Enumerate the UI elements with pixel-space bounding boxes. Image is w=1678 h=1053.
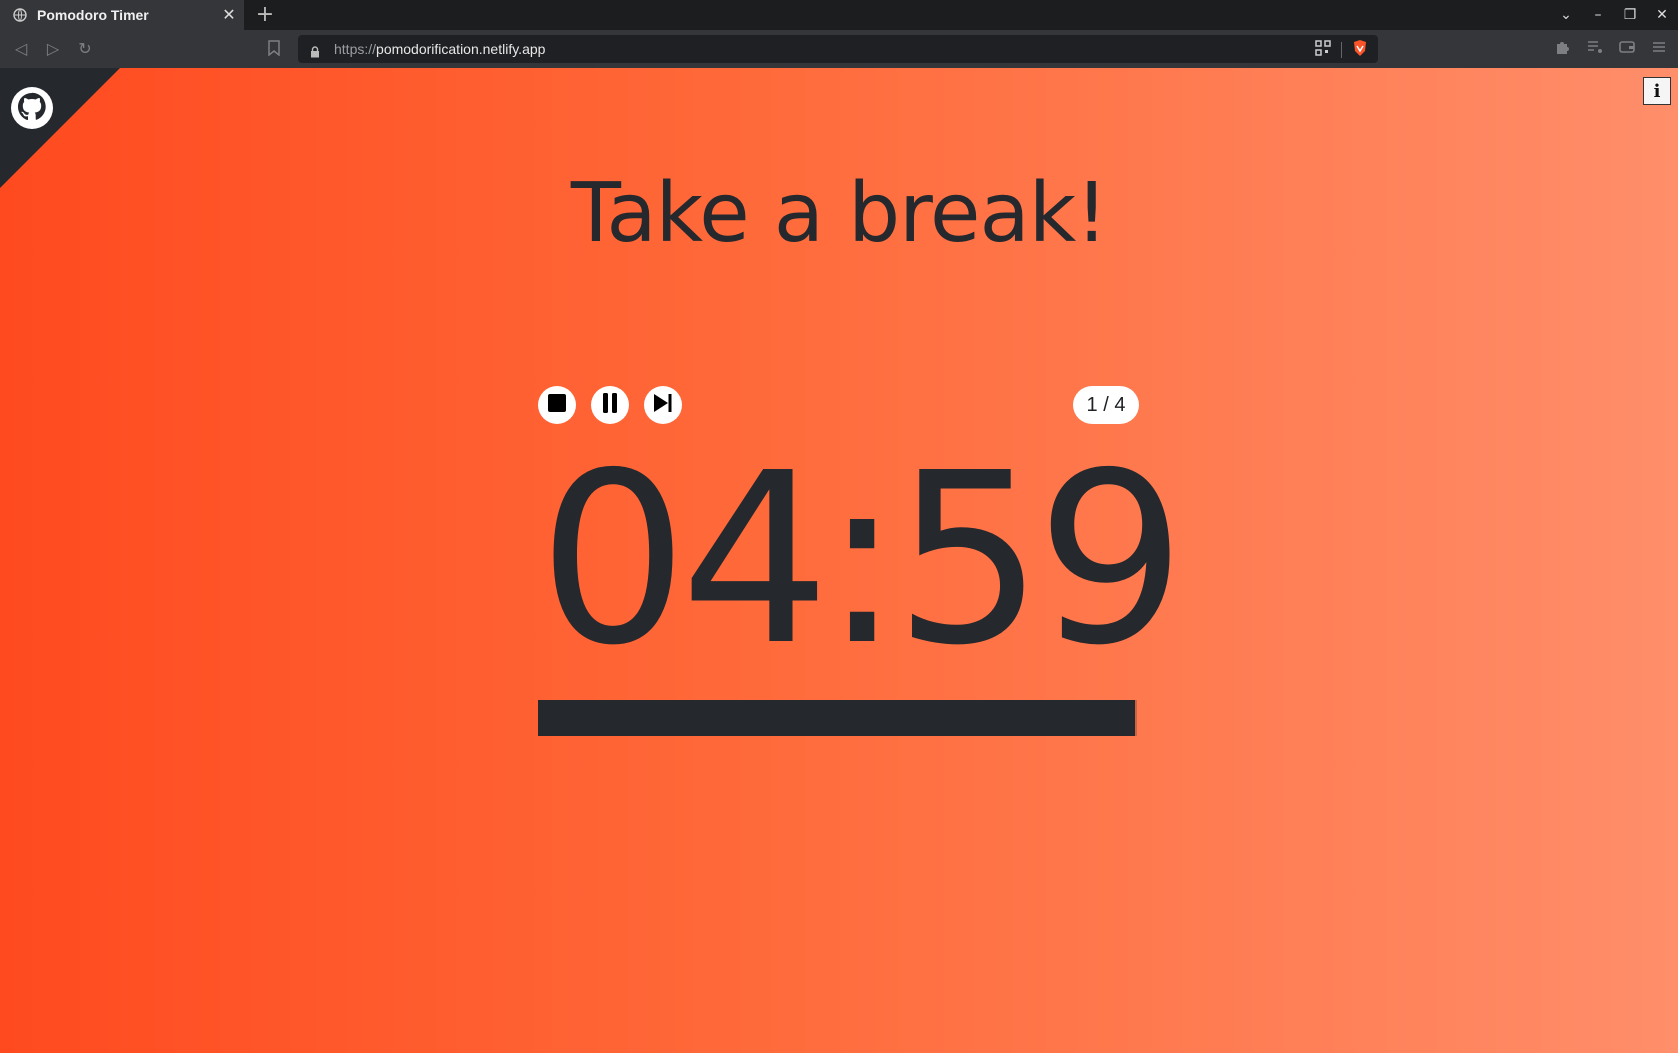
bookmark-icon[interactable] — [268, 40, 280, 60]
menu-icon[interactable] — [1650, 38, 1668, 56]
qr-code-icon[interactable] — [1315, 40, 1331, 60]
globe-icon — [13, 8, 27, 22]
pause-button[interactable] — [591, 386, 629, 424]
new-tab-button[interactable]: + — [255, 3, 275, 27]
url-text: https://pomodorification.netlify.app — [334, 41, 546, 57]
window-controls: ⌄ – ❐ ✕ — [1550, 0, 1678, 30]
address-bar[interactable]: https://pomodorification.netlify.app — [298, 35, 1378, 63]
stop-button[interactable] — [538, 386, 576, 424]
maximize-button[interactable]: ❐ — [1614, 7, 1646, 23]
github-icon — [11, 87, 53, 129]
playlist-icon[interactable] — [1586, 38, 1604, 56]
tab-close-icon[interactable]: ✕ — [214, 5, 244, 25]
page-title: Take a break! — [570, 166, 1108, 261]
extension-icons — [1554, 38, 1668, 56]
countdown-timer: 04:59 — [538, 422, 1186, 697]
minimize-button[interactable]: – — [1582, 7, 1614, 23]
url-divider — [1341, 42, 1342, 58]
pause-icon — [602, 393, 618, 417]
wallet-icon[interactable] — [1618, 38, 1636, 56]
info-button[interactable]: i — [1643, 77, 1671, 105]
reload-button[interactable]: ↻ — [74, 38, 96, 60]
url-actions — [1315, 39, 1368, 61]
skip-button[interactable] — [644, 386, 682, 424]
browser-tab[interactable]: Pomodoro Timer ✕ — [0, 0, 244, 30]
back-button[interactable]: ◁ — [10, 38, 32, 60]
browser-toolbar: ◁ ▷ ↻ https://pomodorification.netlify.a… — [0, 30, 1678, 68]
forward-button[interactable]: ▷ — [42, 38, 64, 60]
tab-list-chevron-icon[interactable]: ⌄ — [1550, 7, 1582, 23]
page-viewport: i Take a break! 1 / 4 04:59 — [0, 68, 1678, 1053]
timer-controls — [538, 386, 682, 424]
extensions-puzzle-icon[interactable] — [1554, 38, 1572, 56]
lock-icon — [310, 43, 320, 58]
stop-icon — [548, 394, 566, 416]
timer-progress-bar — [538, 700, 1137, 736]
brave-shield-icon[interactable] — [1352, 39, 1368, 61]
tab-title: Pomodoro Timer — [37, 7, 149, 23]
session-counter: 1 / 4 — [1073, 386, 1139, 424]
timer-progress-fill — [538, 700, 1136, 736]
close-window-button[interactable]: ✕ — [1646, 7, 1678, 23]
skip-next-icon — [653, 393, 673, 417]
browser-titlebar: Pomodoro Timer ✕ + ⌄ – ❐ ✕ — [0, 0, 1678, 30]
